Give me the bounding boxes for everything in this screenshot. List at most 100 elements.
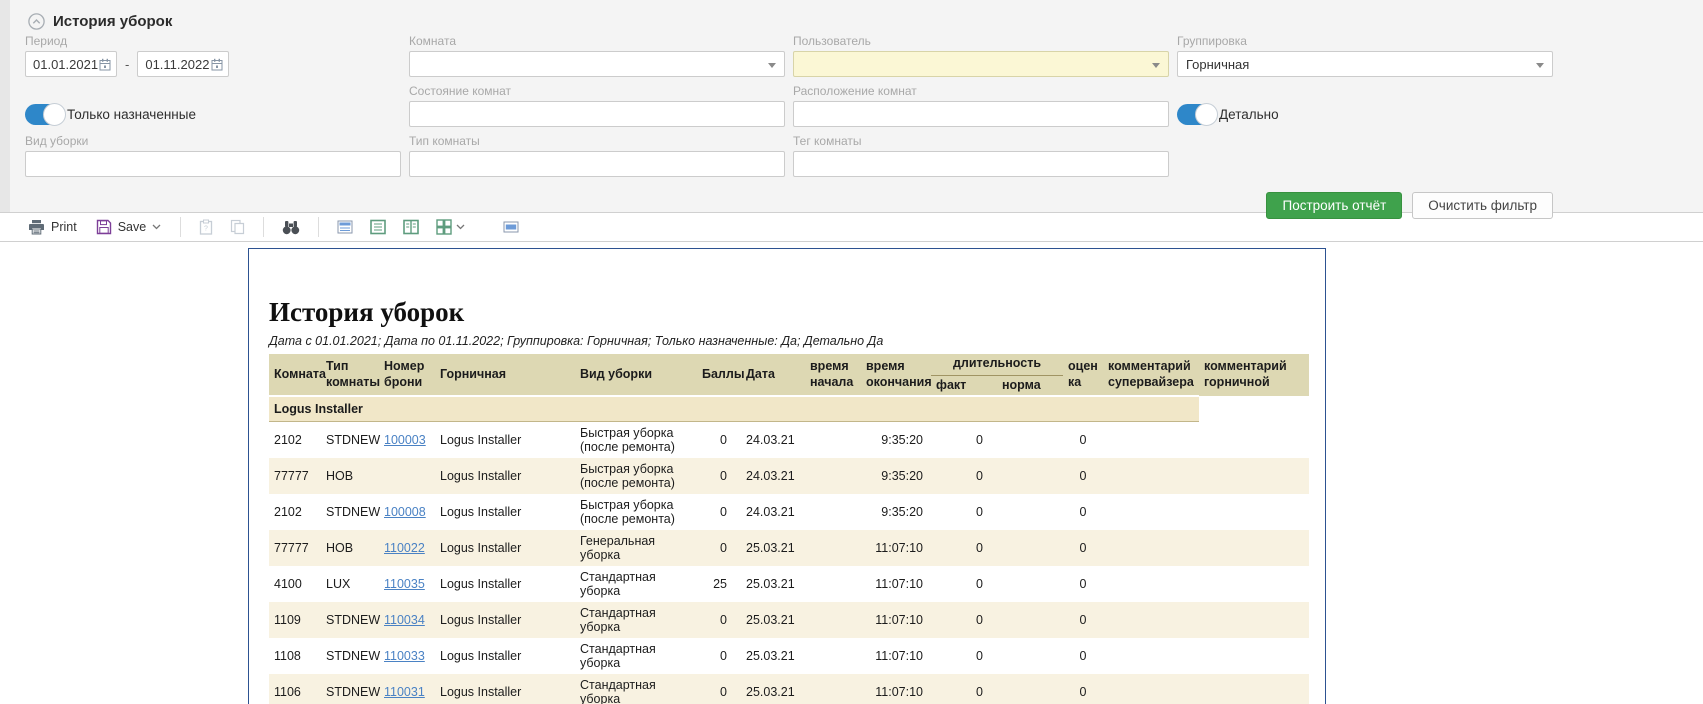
cleaning-cell: Стандартная уборка	[575, 638, 697, 674]
field-room-type: Тип комнаты	[409, 134, 785, 177]
time-end-cell: 11:07:10	[861, 674, 931, 704]
paste-button: ?	[194, 217, 218, 237]
time-end-cell: 11:07:10	[861, 566, 931, 602]
room-state-input[interactable]	[409, 101, 785, 127]
booking-cell: 110034	[379, 602, 435, 638]
screen: История уборок Период 01.01.2021 - 01.11…	[0, 0, 1703, 704]
booking-cell: 100008	[379, 494, 435, 530]
room-type-cell: HOB	[321, 458, 379, 494]
binoculars-search-icon	[282, 220, 300, 235]
norm-cell	[997, 421, 1063, 458]
supervisor-comment-cell	[1103, 458, 1199, 494]
booking-cell: 100003	[379, 421, 435, 458]
table-row: 1108STDNEW110033Logus InstallerСтандартн…	[269, 638, 1309, 674]
score-cell: 0	[1063, 458, 1103, 494]
chevron-down-icon	[456, 224, 465, 230]
cleaning-kind-input[interactable]	[25, 151, 401, 177]
grouping-value: Горничная	[1186, 57, 1249, 72]
room-type-input[interactable]	[409, 151, 785, 177]
table-row: 1109STDNEW110034Logus InstallerСтандартн…	[269, 602, 1309, 638]
time-end-cell: 11:07:10	[861, 602, 931, 638]
search-button[interactable]	[277, 218, 305, 237]
toggle-knob	[43, 103, 66, 126]
booking-link[interactable]: 100008	[384, 505, 426, 519]
fact-cell: 0	[931, 421, 997, 458]
booking-cell: 110033	[379, 638, 435, 674]
room-select[interactable]	[409, 51, 785, 77]
cleaning-cell: Быстрая уборка (после ремонта)	[575, 494, 697, 530]
build-report-button[interactable]: Построить отчёт	[1266, 192, 1402, 219]
table-row: 1106STDNEW110031Logus InstallerСтандартн…	[269, 674, 1309, 704]
booking-link[interactable]: 110033	[384, 649, 425, 663]
only-assigned-toggle[interactable]	[25, 104, 65, 125]
time-start-cell	[805, 566, 861, 602]
room-label: Комната	[409, 34, 785, 49]
cleaning-kind-label: Вид уборки	[25, 134, 401, 149]
col-header-room: Комната	[269, 354, 321, 396]
booking-link[interactable]: 110022	[384, 541, 425, 555]
cleaning-cell: Быстрая уборка (после ремонта)	[575, 421, 697, 458]
booking-link[interactable]: 100003	[384, 433, 426, 447]
supervisor-comment-cell	[1103, 530, 1199, 566]
booking-cell: 110022	[379, 530, 435, 566]
user-select[interactable]	[793, 51, 1169, 77]
fact-cell: 0	[931, 602, 997, 638]
toolbar-separator	[263, 217, 264, 237]
save-label: Save	[118, 220, 147, 234]
booking-link[interactable]: 110031	[384, 685, 425, 699]
field-room-tag: Тег комнаты	[793, 134, 1169, 177]
room-tag-input[interactable]	[793, 151, 1169, 177]
points-cell: 0	[697, 602, 741, 638]
grouping-select[interactable]: Горничная	[1177, 51, 1553, 77]
detailed-toggle[interactable]	[1177, 104, 1217, 125]
print-button[interactable]: Print	[22, 217, 83, 237]
field-cleaning-kind: Вид уборки	[25, 134, 401, 177]
panel-title-row: История уборок	[0, 0, 1703, 34]
period-from-input[interactable]: 01.01.2021	[25, 51, 117, 77]
report-page: История уборок Дата с 01.01.2021; Дата п…	[248, 248, 1326, 704]
room-location-input[interactable]	[793, 101, 1169, 127]
period-from-value: 01.01.2021	[33, 57, 98, 72]
booking-cell: 110035	[379, 566, 435, 602]
single-page-view-button[interactable]	[365, 217, 391, 237]
fact-cell: 0	[931, 638, 997, 674]
booking-link[interactable]: 110034	[384, 613, 425, 627]
field-period: Период 01.01.2021 - 01.11.2022	[25, 34, 401, 77]
field-room: Комната	[409, 34, 785, 77]
field-only-assigned: Только назначенные	[25, 84, 401, 127]
only-assigned-label: Только назначенные	[67, 107, 196, 122]
collapse-panel-icon[interactable]	[28, 13, 45, 30]
toolbar-separator	[318, 217, 319, 237]
time-start-cell	[805, 530, 861, 566]
filter-panel: История уборок Период 01.01.2021 - 01.11…	[0, 0, 1703, 212]
maid-cell: Logus Installer	[435, 566, 575, 602]
detailed-label: Детально	[1219, 107, 1279, 122]
date-cell: 24.03.21	[741, 421, 805, 458]
room-cell: 77777	[269, 458, 321, 494]
print-icon	[28, 219, 45, 235]
two-page-view-button[interactable]	[398, 217, 424, 237]
full-width-view-button[interactable]	[498, 217, 524, 237]
time-start-cell	[805, 602, 861, 638]
clear-filter-button[interactable]: Очистить фильтр	[1412, 192, 1553, 219]
room-type-cell: HOB	[321, 530, 379, 566]
time-end-cell: 11:07:10	[861, 638, 931, 674]
table-row: 4100LUX110035Logus InstallerСтандартная …	[269, 566, 1309, 602]
col-header-maid: Горничная	[435, 354, 575, 396]
period-label: Период	[25, 34, 401, 49]
save-button[interactable]: Save	[90, 217, 168, 237]
booking-link[interactable]: 110035	[384, 577, 425, 591]
score-cell: 0	[1063, 421, 1103, 458]
toggle-knob	[1195, 103, 1218, 126]
period-to-input[interactable]: 01.11.2022	[137, 51, 229, 77]
maid-cell: Logus Installer	[435, 638, 575, 674]
page-view-button[interactable]	[332, 217, 358, 237]
cleaning-cell: Быстрая уборка (после ремонта)	[575, 458, 697, 494]
fact-cell: 0	[931, 458, 997, 494]
col-header-score: оценка	[1063, 354, 1103, 396]
report-table: Комната Тип комнаты Номер брони Горнична…	[269, 354, 1309, 704]
calendar-icon[interactable]	[211, 58, 223, 71]
grid-page-view-button[interactable]	[431, 217, 470, 237]
period-separator: -	[125, 57, 129, 72]
calendar-icon[interactable]	[99, 58, 111, 71]
